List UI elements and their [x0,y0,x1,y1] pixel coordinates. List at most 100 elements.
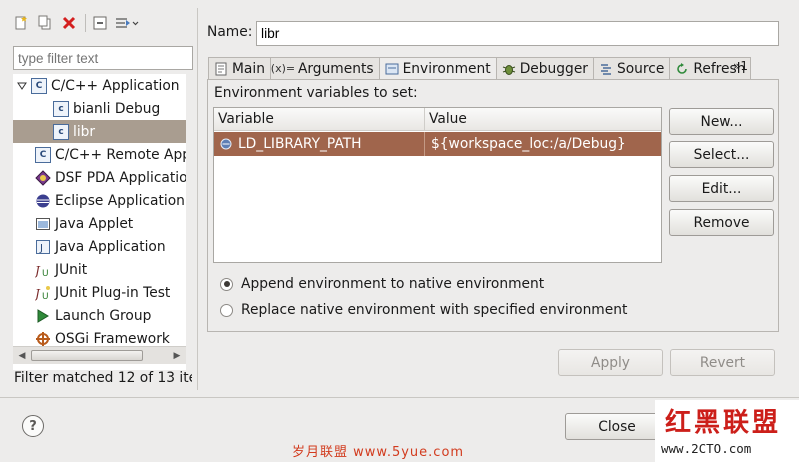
new-button[interactable]: New... [669,108,774,135]
tree-item-label: bianli Debug [73,100,161,117]
cell-value: ${workspace_loc:/a/Debug} [431,136,626,152]
variable-name: LD_LIBRARY_PATH [238,136,362,152]
toolbar-separator [85,14,86,32]
tree-item-libr[interactable]: c libr [13,120,186,143]
svg-text:J: J [39,243,43,254]
new-configuration-icon[interactable] [10,12,32,34]
osgi-icon [35,331,51,347]
tree-item-label: OSGi Framework [55,330,170,347]
arguments-tab-icon: (x)= [270,62,296,75]
filter-input[interactable] [13,46,193,70]
cell-variable: LD_LIBRARY_PATH [214,132,425,156]
append-radio[interactable] [220,277,233,291]
c-remote-icon: C [35,146,51,163]
debugger-tab-icon [501,61,517,77]
tree-item-junit[interactable]: JU JUnit [13,258,186,281]
watermark-url: www.2CTO.com [661,441,752,456]
replace-environment-option[interactable]: Replace native environment with specifie… [220,300,627,320]
launch-config-tabs: Main (x)= Arguments Environment Debugger… [208,57,752,80]
column-header-variable[interactable]: Variable [214,108,425,131]
tree-item-launch-group[interactable]: Launch Group [13,304,186,327]
tab-debugger[interactable]: Debugger [495,57,594,79]
dialog-separator [0,397,799,398]
apply-button[interactable]: Apply [558,349,663,376]
replace-radio[interactable] [220,303,233,317]
append-environment-option[interactable]: Append environment to native environment [220,274,544,294]
tree-item-c-cpp-application[interactable]: C C/C++ Application [13,74,186,97]
name-input[interactable] [256,21,779,46]
revert-button[interactable]: Revert [670,349,775,376]
tree-item-label: Eclipse Application [55,192,185,209]
tab-environment[interactable]: Environment [378,57,497,80]
filter-icon[interactable] [113,12,141,34]
environment-variables-table: Variable Value LD_LIBRARY_PATH ${workspa… [213,107,662,263]
tab-label: Main [232,60,265,77]
delete-icon[interactable] [58,12,80,34]
java-app-icon: J [35,239,51,255]
eclipse-icon [35,193,51,209]
filter-status-text: Filter matched 12 of 13 iter [14,370,192,386]
main-tab-icon [213,61,229,77]
tree-item-c-cpp-remote[interactable]: C C/C++ Remote Appl [13,143,186,166]
help-icon[interactable]: ? [22,415,44,437]
scroll-right-icon[interactable]: ▶ [169,348,185,364]
collapse-all-icon[interactable] [89,12,111,34]
tab-label: Debugger [519,60,588,77]
svg-text:J: J [35,287,41,301]
duplicate-icon[interactable] [34,12,56,34]
scroll-left-icon[interactable]: ◀ [14,348,30,364]
name-label: Name: [207,24,253,40]
configuration-toolbar [10,12,143,34]
append-label: Append environment to native environment [241,276,545,292]
environment-tab-icon [384,61,400,77]
dsf-pda-icon [35,169,51,186]
remove-button[interactable]: Remove [669,209,774,236]
tree-item-java-application[interactable]: J Java Application [13,235,186,258]
tab-source[interactable]: Source [592,57,671,79]
edit-button[interactable]: Edit... [669,175,774,202]
expand-toggle-icon[interactable] [13,81,31,91]
environment-variables-label: Environment variables to set: [214,85,418,101]
tab-label: Environment [402,61,491,77]
tree-item-label: JUnit [55,261,88,278]
svg-text:J: J [35,264,41,278]
tree-item-junit-plugin-test[interactable]: JU JUnit Plug-in Test [13,281,186,304]
tree-item-label: Java Applet [55,215,134,232]
java-applet-icon [35,216,51,232]
panel-splitter[interactable] [197,8,198,390]
junit-plugin-icon: JU [35,285,51,301]
watermark-left-text: 岁月联盟 www.5yue.com [292,445,465,460]
tab-label: Source [616,60,665,77]
svg-text:U: U [42,292,49,301]
junit-icon: JU [35,262,51,278]
tree-item-label: C/C++ Remote Appl [55,146,186,163]
watermark-title: 红黑联盟 [665,408,782,438]
tree-item-eclipse-application[interactable]: Eclipse Application [13,189,186,212]
table-row[interactable]: LD_LIBRARY_PATH ${workspace_loc:/a/Debug… [214,132,661,156]
launch-group-icon [35,308,51,324]
column-header-value[interactable]: Value [425,108,661,131]
tab-label: Arguments [297,60,374,77]
tree-item-label: JUnit Plug-in Test [55,284,171,301]
source-tab-icon [598,61,614,77]
svg-text:U: U [42,269,49,278]
select-button[interactable]: Select... [669,141,774,168]
tree-item-label: libr [73,123,96,140]
c-config-icon: c [53,100,69,117]
tab-arguments[interactable]: (x)= Arguments [269,57,380,79]
scrollbar-thumb[interactable] [31,350,143,361]
tree-item-java-applet[interactable]: Java Applet [13,212,186,235]
tree-horizontal-scrollbar[interactable]: ◀ ▶ [13,346,186,364]
close-button[interactable]: Close [565,413,669,440]
tab-overflow-indicator[interactable]: »1 [733,59,748,73]
c-app-icon: C [31,77,47,94]
tree-item-bianli-debug[interactable]: c bianli Debug [13,97,186,120]
refresh-tab-icon [674,61,690,77]
tree-item-label: Launch Group [55,307,152,324]
replace-label: Replace native environment with specifie… [241,302,628,318]
tab-main[interactable]: Main [208,57,271,79]
c-config-icon: c [53,123,69,140]
tree-item-label: C/C++ Application [51,77,180,94]
env-variable-icon [218,136,234,152]
tree-item-dsf-pda[interactable]: DSF PDA Application [13,166,186,189]
